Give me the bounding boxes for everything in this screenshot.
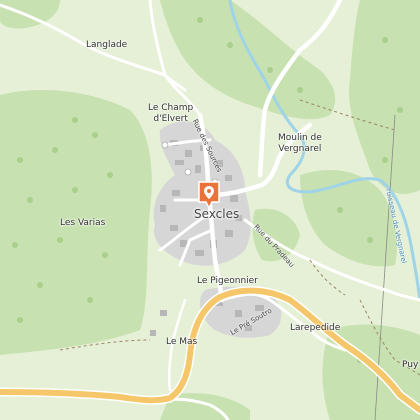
map-pin-graphic [198, 181, 220, 210]
place-label-puy: Puy [402, 360, 419, 370]
place-label-moulin-de-vergnarel: Moulin de Vergnarel [278, 133, 322, 154]
place-label-le-champ-delvert: Le Champ d'Elvert [148, 103, 194, 124]
place-label-les-varias: Les Varias [60, 218, 106, 228]
place-label-le-pigeonnier: Le Pigeonnier [197, 276, 258, 286]
place-label-le-mas: Le Mas [166, 337, 198, 347]
place-label-larepedide: Larepedide [290, 323, 341, 333]
place-label-langlade: Langlade [86, 40, 128, 50]
map-view[interactable]: Langlade Le Champ d'Elvert Moulin de Ver… [0, 0, 420, 420]
map-pin-icon[interactable] [197, 180, 221, 210]
